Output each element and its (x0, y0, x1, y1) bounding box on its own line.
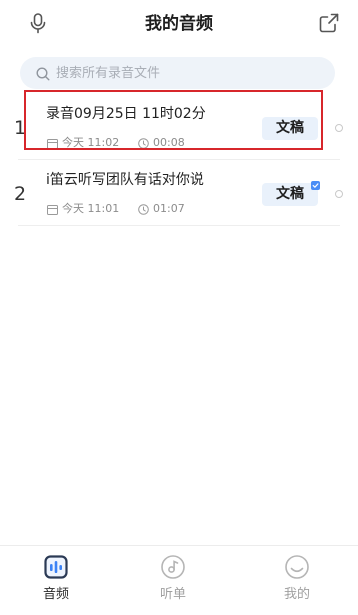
item-index: 1 (14, 117, 27, 139)
tab-audio[interactable]: 音频 (26, 546, 86, 615)
transcript-button[interactable]: 文稿 (262, 117, 318, 140)
item-index: 2 (14, 183, 27, 205)
calendar-icon (47, 204, 58, 215)
select-circle[interactable] (335, 124, 343, 132)
profile-icon (284, 554, 310, 580)
recording-duration: 00:08 (153, 136, 185, 149)
search-icon (36, 66, 50, 81)
bottom-tab-bar: 音频 听单 我的 (0, 545, 358, 615)
check-badge-icon (311, 181, 320, 190)
export-icon[interactable] (318, 12, 340, 34)
tab-label: 听单 (159, 587, 186, 602)
transcript-button[interactable]: 文稿 (262, 181, 320, 206)
divider (18, 225, 340, 226)
page-title: 我的音频 (145, 14, 213, 34)
select-circle[interactable] (335, 190, 343, 198)
tab-label: 我的 (283, 587, 310, 602)
recording-date: 今天 11:01 (62, 202, 120, 215)
search-input[interactable] (56, 57, 316, 89)
clock-icon (138, 138, 149, 149)
list-item[interactable]: 2 i笛云听写团队有话对你说 今天 11:01 01:07 文稿 (0, 160, 358, 226)
transcript-button-label: 文稿 (276, 120, 304, 136)
clock-icon (138, 204, 149, 215)
list-item[interactable]: 1 录音09月25日 11时02分 今天 11:02 00:08 文稿 (0, 94, 358, 160)
recording-duration: 01:07 (153, 202, 185, 215)
recording-title: i笛云听写团队有话对你说 (46, 172, 204, 188)
transcript-button-label: 文稿 (276, 186, 304, 202)
music-disc-icon (160, 554, 186, 580)
search-bar[interactable] (20, 57, 335, 89)
audio-waveform-icon (43, 554, 69, 580)
tab-playlist[interactable]: 听单 (143, 546, 203, 615)
tab-label: 音频 (42, 587, 69, 602)
calendar-icon (47, 138, 58, 149)
recording-date: 今天 11:02 (62, 136, 120, 149)
recording-title: 录音09月25日 11时02分 (46, 106, 206, 122)
tab-profile[interactable]: 我的 (267, 546, 327, 615)
